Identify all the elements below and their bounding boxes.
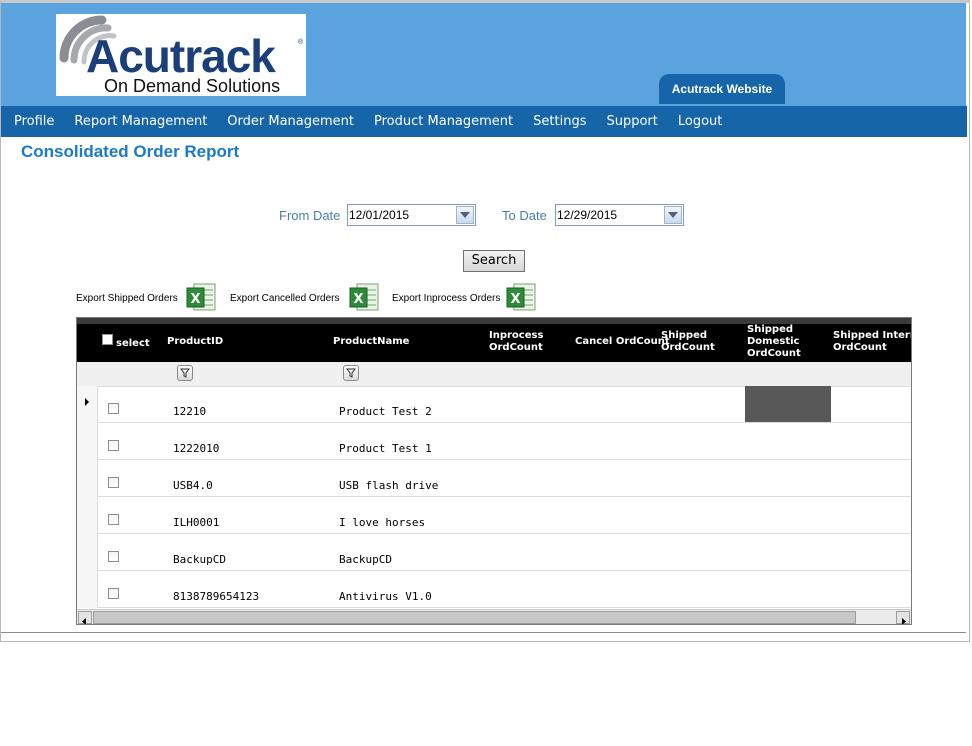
from-date-dropdown-icon[interactable] [456, 206, 474, 224]
to-date-field[interactable]: 12/29/2015 [555, 204, 684, 226]
excel-icon[interactable]: X [186, 282, 217, 313]
table-row[interactable]: BackupCD BackupCD [77, 534, 911, 571]
row-indicator [77, 571, 98, 608]
nav-order-management[interactable]: Order Management [214, 114, 354, 129]
grid-header: select ProductID ProductName Inprocess Or… [77, 318, 911, 362]
cell-product-name: Antivirus V1.0 [339, 590, 432, 603]
excel-icon[interactable]: X [349, 282, 380, 313]
scroll-thumb[interactable] [93, 611, 856, 624]
selected-cell[interactable] [745, 386, 831, 422]
cell-product-name: I love horses [339, 516, 426, 529]
cell-product-id: BackupCD [173, 553, 226, 566]
cell-product-id: 1222010 [173, 442, 220, 455]
nav-profile[interactable]: Profile [1, 114, 54, 129]
row-checkbox[interactable] [108, 588, 119, 599]
filter-product-name-icon[interactable] [343, 365, 359, 381]
row-checkbox[interactable] [108, 514, 119, 525]
nav-support[interactable]: Support [593, 114, 657, 129]
excel-icon[interactable]: X [506, 282, 537, 313]
row-checkbox[interactable] [108, 477, 119, 488]
col-cancel-ordcount[interactable]: Cancel OrdCount [575, 336, 670, 348]
main-nav: Profile Report Management Order Manageme… [1, 106, 967, 137]
table-row[interactable]: 12210 Product Test 2 [77, 386, 911, 423]
filter-row [77, 362, 911, 387]
row-checkbox[interactable] [108, 551, 119, 562]
current-row-arrow-icon [85, 398, 89, 406]
scroll-right-button[interactable] [896, 611, 910, 624]
acutrack-website-tab[interactable]: Acutrack Website [659, 74, 785, 104]
select-all-checkbox[interactable] [102, 334, 113, 345]
filter-product-id-icon[interactable] [177, 365, 193, 381]
horizontal-scrollbar[interactable] [77, 609, 911, 624]
col-select[interactable]: select [116, 338, 150, 350]
row-indicator [77, 534, 98, 571]
cell-product-id: ILH0001 [173, 516, 220, 529]
table-row[interactable]: 8138789654123 Antivirus V1.0 [77, 571, 911, 608]
col-product-id[interactable]: ProductID [167, 336, 223, 348]
cell-product-name: Product Test 2 [339, 405, 432, 418]
row-indicator [77, 497, 98, 534]
scroll-left-button[interactable] [78, 611, 92, 624]
row-indicator [77, 423, 98, 460]
from-date-field[interactable]: 12/01/2015 [347, 204, 476, 226]
svg-text:X: X [510, 292, 520, 307]
export-inprocess-link[interactable]: Export Inprocess Orders [392, 293, 500, 304]
cell-product-name: Product Test 1 [339, 442, 432, 455]
row-indicator [77, 386, 98, 423]
table-row[interactable]: ILH0001 I love horses [77, 497, 911, 534]
from-date-value: 12/01/2015 [349, 208, 410, 222]
cell-product-name: BackupCD [339, 553, 392, 566]
cell-product-id: USB4.0 [173, 479, 213, 492]
cell-product-id: 12210 [173, 405, 207, 418]
svg-text:X: X [353, 292, 363, 307]
col-inprocess-ordcount[interactable]: Inprocess OrdCount [489, 330, 543, 354]
from-date-label: From Date [279, 208, 341, 223]
logo-wordmark: Acutrack [86, 30, 276, 82]
nav-product-management[interactable]: Product Management [361, 114, 513, 129]
cell-product-name: USB flash drive [339, 479, 439, 492]
nav-report-management[interactable]: Report Management [61, 114, 207, 129]
footer-divider [1, 632, 966, 633]
nav-logout[interactable]: Logout [665, 114, 723, 129]
table-row[interactable]: USB4.0 USB flash drive [77, 460, 911, 497]
to-date-dropdown-icon[interactable] [664, 206, 682, 224]
row-checkbox[interactable] [108, 403, 119, 414]
svg-text:X: X [190, 292, 200, 307]
to-date-label: To Date [502, 208, 547, 223]
col-shipped-ordcount[interactable]: Shipped OrdCount [661, 330, 715, 354]
col-shipped-international-ordcount[interactable]: Shipped InternationalOrdCount [833, 330, 911, 354]
export-cancelled-link[interactable]: Export Cancelled Orders [230, 293, 340, 304]
svg-text:®: ® [298, 38, 304, 46]
order-report-grid: select ProductID ProductName Inprocess Or… [76, 317, 912, 625]
cell-product-id: 8138789654123 [173, 590, 260, 603]
table-row[interactable]: 1222010 Product Test 1 [77, 423, 911, 460]
to-date-value: 12/29/2015 [557, 208, 618, 222]
page-title: Consolidated Order Report [21, 142, 240, 161]
nav-settings[interactable]: Settings [520, 114, 586, 129]
col-shipped-domestic-ordcount[interactable]: Shipped Domestic OrdCount [747, 324, 801, 360]
acutrack-logo[interactable]: Acutrack ® On Demand Solutions [56, 14, 306, 96]
export-shipped-link[interactable]: Export Shipped Orders [76, 293, 178, 304]
search-button[interactable]: Search [463, 250, 525, 272]
logo-tagline: On Demand Solutions [104, 76, 280, 96]
col-product-name[interactable]: ProductName [333, 336, 409, 348]
row-checkbox[interactable] [108, 440, 119, 451]
row-indicator [77, 460, 98, 497]
